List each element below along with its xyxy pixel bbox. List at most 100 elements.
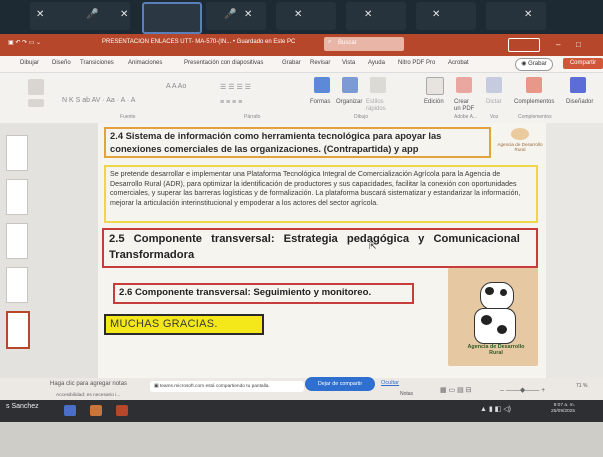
group-adobe: Adobe A...	[454, 114, 478, 120]
participant-tile[interactable]	[346, 2, 406, 30]
new-slide-icon[interactable]	[28, 79, 44, 95]
logo-mark-icon	[511, 128, 529, 140]
view-icons[interactable]: ▦ ▭ ▤ ⊟	[440, 386, 472, 394]
notes-button[interactable]: Notas	[400, 391, 413, 397]
powerpoint-taskbar-icon[interactable]	[116, 405, 128, 416]
addins-icon[interactable]	[526, 77, 542, 93]
tab-diseno[interactable]: Diseño	[52, 60, 71, 66]
thanks-box[interactable]: MUCHAS GRACIAS.	[104, 314, 264, 335]
paragraph-box[interactable]: Se pretende desarrollar e implementar un…	[104, 165, 538, 223]
slide-thumbnail-selected[interactable]	[6, 311, 30, 349]
maximize-icon[interactable]: □	[576, 40, 581, 49]
quick-access-icons[interactable]: ▣ ↶ ↷ ▭ ⌄	[8, 39, 41, 46]
arrange-icon[interactable]	[342, 77, 358, 93]
cow-spot	[481, 315, 492, 325]
mic-muted-icon: ✕	[364, 9, 373, 20]
app-taskbar-icon[interactable]	[90, 405, 102, 416]
align-icons[interactable]: ≡ ≡ ≡ ≡	[220, 99, 242, 106]
compartir-button[interactable]: Compartir	[563, 58, 603, 69]
group-complementos: Complementos	[518, 114, 552, 120]
cow-mascot-image[interactable]: Agencia de Desarrollo Rural	[448, 268, 538, 366]
slide-thumbnail[interactable]	[6, 223, 28, 259]
search-box[interactable]: ⌕ Buscar	[324, 37, 404, 51]
cow-body-icon	[474, 308, 516, 344]
participant-tile[interactable]	[30, 2, 130, 30]
search-icon: ⌕	[328, 39, 332, 45]
quick-styles-icon[interactable]	[370, 77, 386, 93]
ribbon-tabs: Dibujar Diseño Transiciones Animaciones …	[0, 56, 603, 73]
layout-icon[interactable]	[28, 99, 44, 107]
disenador-label: Diseñador	[566, 99, 594, 105]
heading-2-4-box[interactable]: 2.4 Sistema de información como herramie…	[104, 127, 491, 158]
heading-2-6-box[interactable]: 2.6 Componente transversal: Seguimiento …	[113, 283, 414, 304]
zoom-slider[interactable]: – ——◆—— +	[500, 386, 545, 394]
zoom-level[interactable]: 71 %	[576, 383, 587, 389]
heading-2-6: 2.6 Componente transversal: Seguimiento …	[119, 287, 372, 298]
mic-muted-icon: 🎤	[224, 9, 237, 20]
monitor-bezel	[0, 422, 603, 457]
designer-icon[interactable]	[570, 77, 586, 93]
paragraph-icons[interactable]: ☰ ☰ ☰ ☰	[220, 83, 251, 91]
mic-muted-icon: ✕	[432, 9, 441, 20]
group-parrafo: Párrafo	[244, 114, 261, 120]
cow-spot	[485, 287, 494, 295]
hide-link[interactable]: Ocultar	[381, 380, 399, 386]
participant-tile[interactable]	[486, 2, 546, 30]
presenter-name: s Sanchez	[6, 403, 39, 410]
participant-tile[interactable]	[416, 2, 476, 30]
shapes-icon[interactable]	[314, 77, 330, 93]
screen-photo: ✕ 🎤 ✕ 🎤 ✕ ✕ ✕ ✕ ✕ ▣ ↶ ↷ ▭ ⌄ PRESENTACION…	[0, 0, 603, 457]
mouse-cursor-icon: ⇱	[369, 241, 377, 251]
editing-icon[interactable]	[426, 77, 444, 95]
cow-head-icon	[480, 282, 514, 310]
font-format-icons[interactable]: N K S ab AV · Aa · A · A	[62, 97, 135, 104]
document-title: PRESENTACION ENLACES UTT- MA-570-(IN... …	[102, 39, 296, 45]
dictate-icon[interactable]	[486, 77, 502, 93]
paragraph-text: Se pretende desarrollar e implementar un…	[110, 170, 521, 207]
organizar-label: Organizar	[336, 99, 363, 105]
notes-placeholder[interactable]: Haga clic para agregar notas	[50, 381, 127, 387]
font-size-icons[interactable]: A A Ao	[166, 83, 186, 90]
slide-thumbnails-pane	[0, 123, 98, 383]
mic-muted-icon: ✕	[120, 9, 129, 20]
system-tray-icons[interactable]: ▲ ▮ ◧ ◁)	[480, 405, 511, 413]
stop-sharing-button[interactable]: Dejar de compartir	[305, 377, 375, 391]
teams-taskbar-icon[interactable]	[64, 405, 76, 416]
tab-revisar[interactable]: Revisar	[310, 60, 330, 66]
heading-2-5-box[interactable]: 2.5 Componente transversal: Estrategia p…	[102, 228, 538, 268]
heading-2-4: 2.4 Sistema de información como herramie…	[110, 130, 442, 154]
grabar-label: Grabar	[528, 61, 547, 67]
tab-transiciones[interactable]: Transiciones	[80, 60, 114, 66]
grabar-button[interactable]: ◉ Grabar	[515, 58, 553, 71]
tab-dibujar[interactable]: Dibujar	[20, 60, 39, 66]
mic-muted-icon: 🎤	[86, 9, 99, 20]
group-voz: Voz	[490, 114, 499, 120]
tab-nitro[interactable]: Nitro PDF Pro	[398, 60, 435, 66]
ribbon: N K S ab AV · Aa · A · A A A Ao ☰ ☰ ☰ ☰ …	[0, 73, 603, 124]
tab-animaciones[interactable]: Animaciones	[128, 60, 162, 66]
participant-tile-active[interactable]	[142, 2, 202, 34]
participant-tile[interactable]	[276, 2, 336, 30]
tab-acrobat[interactable]: Acrobat	[448, 60, 469, 66]
tab-vista[interactable]: Vista	[342, 60, 355, 66]
slide-thumbnail[interactable]	[6, 135, 28, 171]
logo-top-text: Agencia de Desarrollo Rural	[497, 142, 543, 152]
create-pdf-icon[interactable]	[456, 77, 472, 93]
thanks-text: MUCHAS GRACIAS.	[110, 318, 218, 330]
right-pane	[546, 123, 603, 383]
dictar-label: Dictar	[486, 99, 502, 105]
minimize-icon[interactable]: –	[556, 40, 560, 49]
tab-ayuda[interactable]: Ayuda	[368, 60, 385, 66]
tab-grabar[interactable]: Grabar	[282, 60, 301, 66]
slide-thumbnail[interactable]	[6, 267, 28, 303]
edicion-label: Edición	[424, 99, 444, 105]
tab-presentacion[interactable]: Presentación con diapositivas	[184, 60, 263, 66]
mic-muted-icon: ✕	[524, 9, 533, 20]
clock: 9:07 a. m. 25/09/2025	[545, 403, 575, 415]
stop-sharing-label: Dejar de compartir	[317, 381, 363, 387]
adr-logo-top: Agencia de Desarrollo Rural	[497, 128, 543, 162]
formas-label: Formas	[310, 99, 331, 105]
accessibility-status[interactable]: Accesibilidad: es necesario i...	[56, 393, 120, 398]
slide-thumbnail[interactable]	[6, 179, 28, 215]
account-button[interactable]	[508, 38, 540, 52]
